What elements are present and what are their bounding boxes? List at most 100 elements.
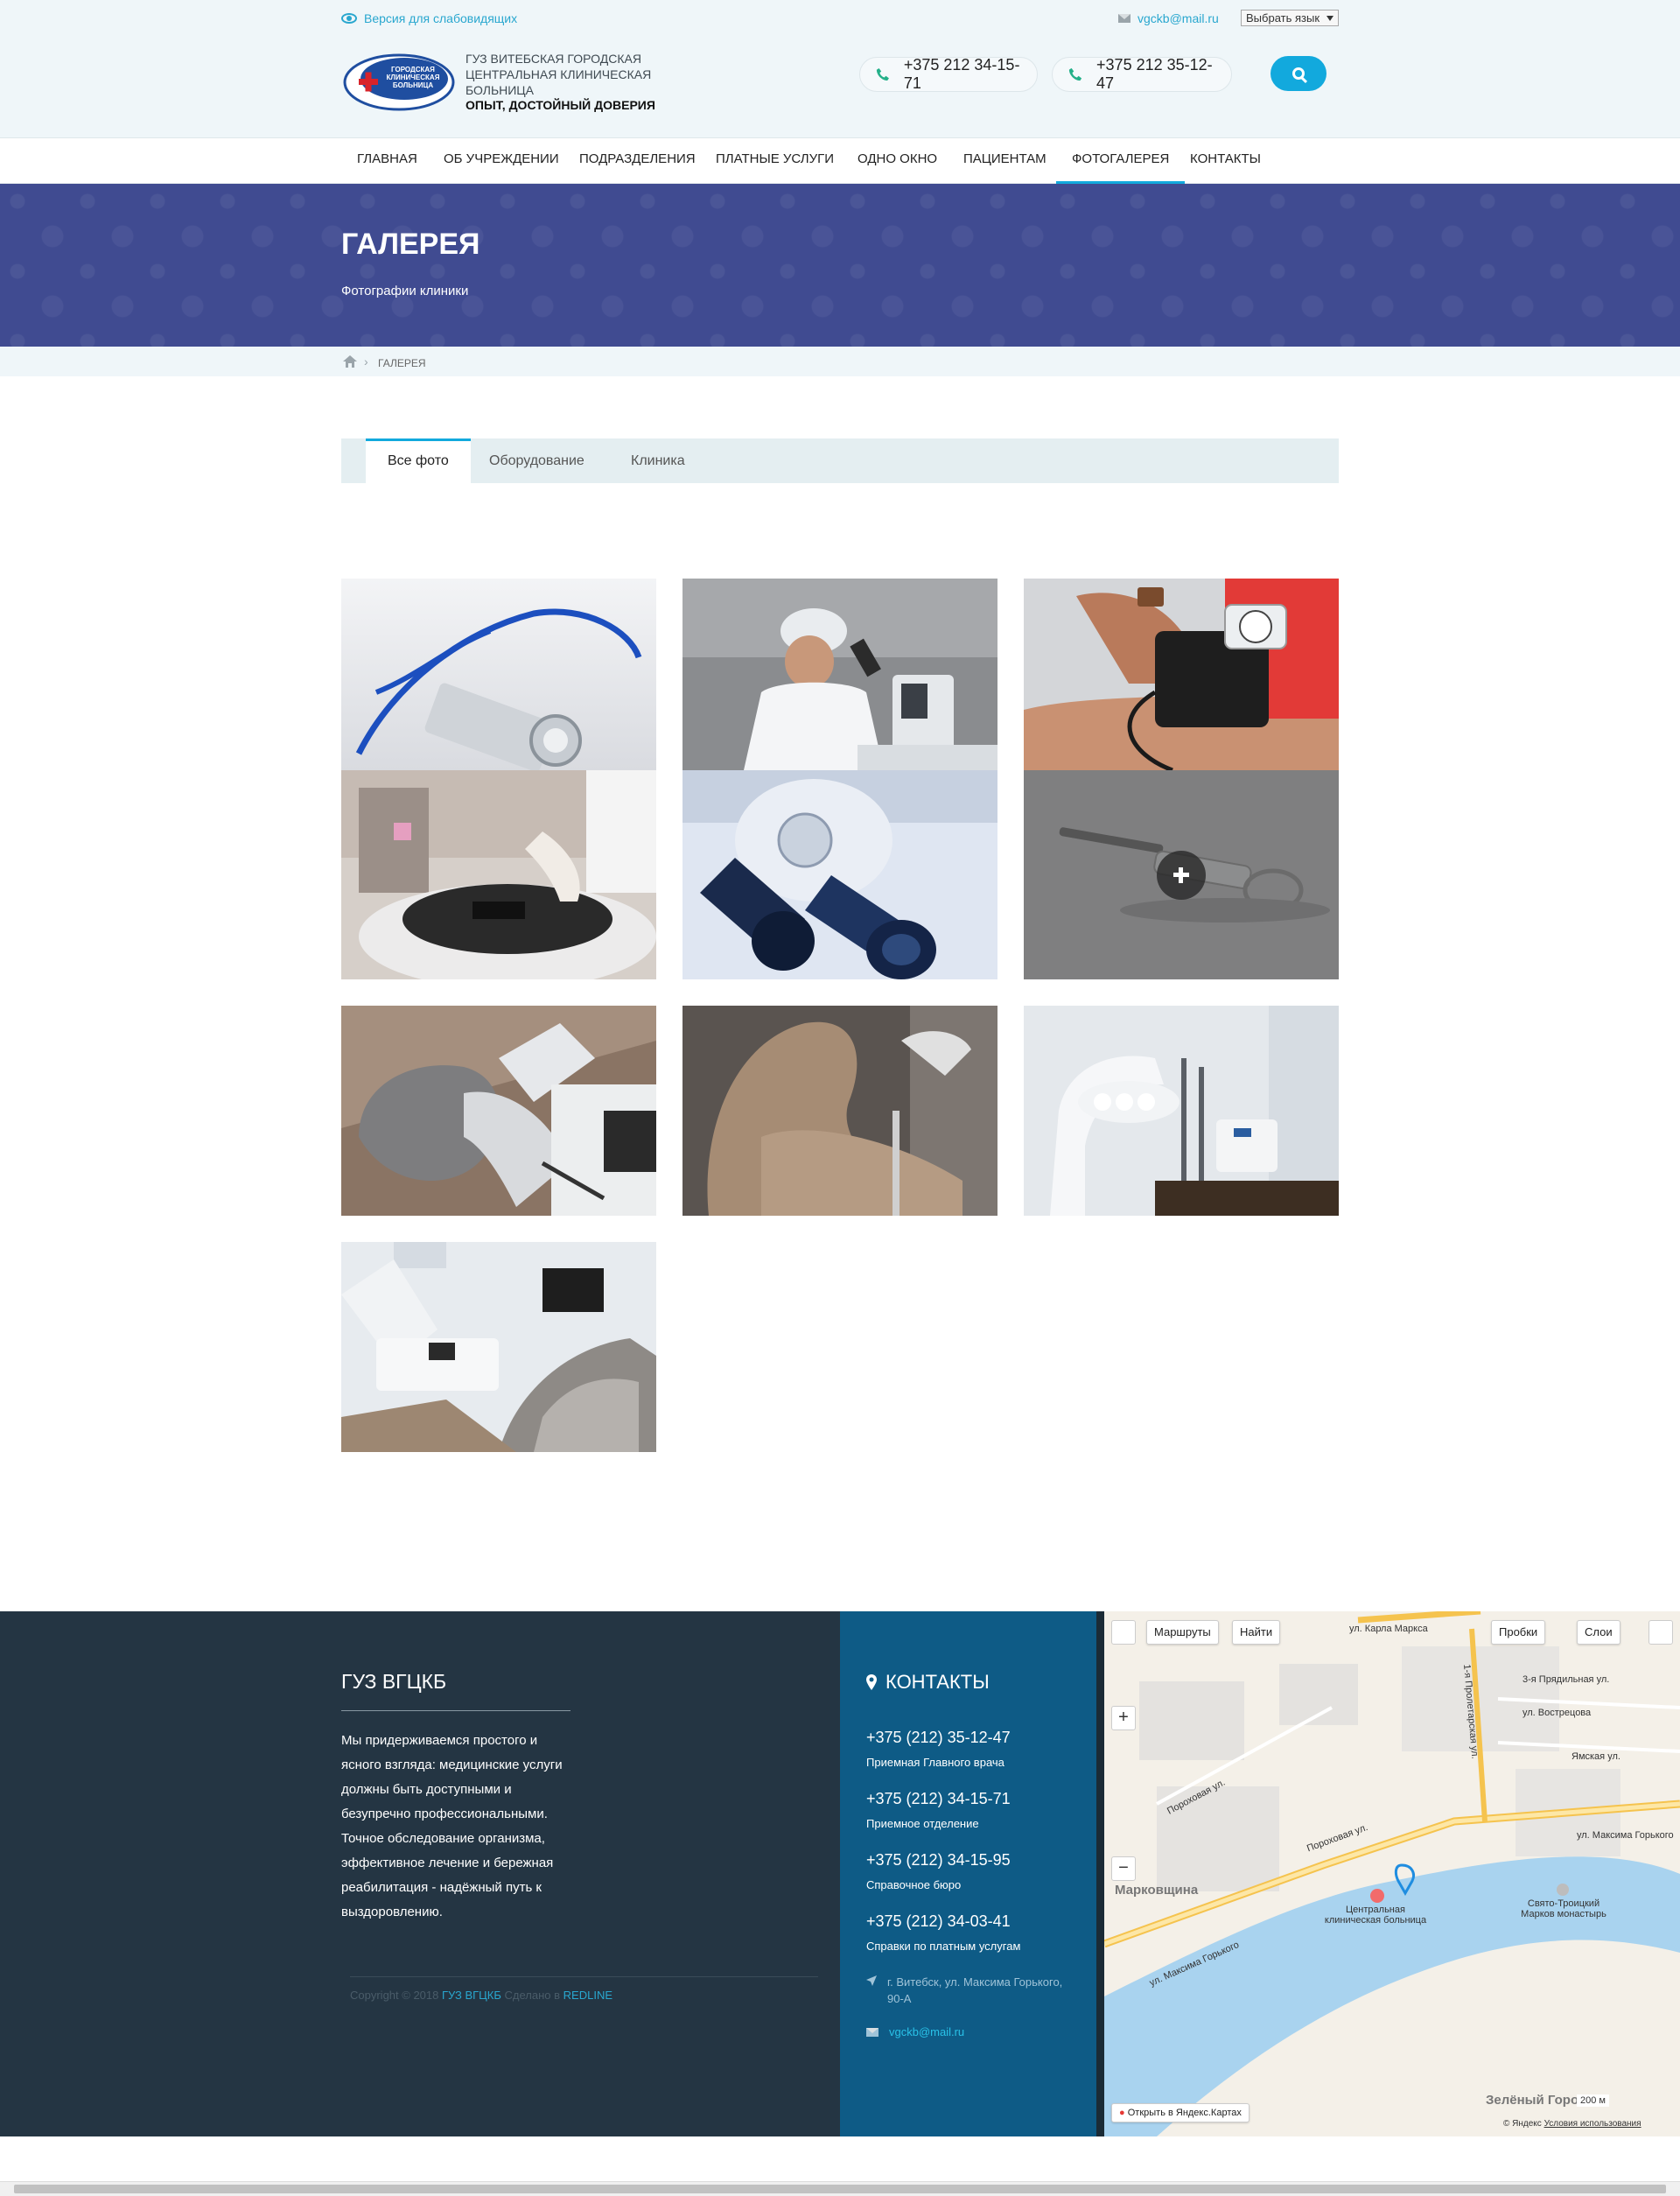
top-header: Версия для слабовидящих vgckb@mail.ru Вы… <box>0 0 1680 138</box>
gallery-photo-centrifuge[interactable] <box>341 770 656 979</box>
map-district-label: Зелёный Город <box>1486 2093 1587 2108</box>
map-street-label: ул. Максима Горького <box>1577 1830 1674 1841</box>
gallery-photo-dental-chair-top[interactable] <box>341 1006 656 1216</box>
nav-item-departments[interactable]: ПОДРАЗДЕЛЕНИЯ <box>564 138 711 184</box>
scrollbar-thumb[interactable] <box>14 2185 1666 2193</box>
gallery-photo-blood-pressure[interactable] <box>1024 579 1339 770</box>
org-slogan: ОПЫТ, ДОСТОЙНЫЙ ДОВЕРИЯ <box>466 98 655 112</box>
phone-number: +375 212 34-15-71 <box>903 56 1020 92</box>
made-by-label: Сделано в <box>504 1989 561 2002</box>
main-nav: ГЛАВНАЯ ОБ УЧРЕЖДЕНИИ ПОДРАЗДЕЛЕНИЯ ПЛАТ… <box>0 138 1680 184</box>
logo-text-line: КЛИНИЧЕСКАЯ <box>387 74 440 81</box>
contact-label: Приемное отделение <box>866 1817 979 1830</box>
contacts-title: КОНТАКТЫ <box>866 1671 990 1694</box>
chevron-right-icon: › <box>364 354 368 368</box>
map-traffic-button[interactable]: Пробки <box>1491 1620 1546 1645</box>
nav-item-about[interactable]: ОБ УЧРЕЖДЕНИИ <box>428 138 575 184</box>
language-select-value: Выбрать язык <box>1246 11 1320 25</box>
fullscreen-icon[interactable] <box>1648 1620 1673 1645</box>
copyright-divider <box>350 1976 818 1977</box>
gallery-photo-scientist[interactable] <box>682 579 998 770</box>
gallery-photo-microscope[interactable] <box>682 770 998 979</box>
footer-divider <box>1096 1611 1104 2136</box>
map-copyright-text: © Яндекс <box>1503 2119 1542 2129</box>
map-canvas <box>1104 1611 1680 2136</box>
hospital-logo[interactable]: ГОРОДСКАЯ КЛИНИЧЕСКАЯ БОЛЬНИЦА <box>343 53 455 112</box>
map-scale: 200 м <box>1577 2094 1609 2107</box>
breadcrumb-current: ГАЛЕРЕЯ <box>378 357 426 369</box>
footer-rule <box>341 1710 570 1711</box>
contact-label: Справки по платным услугам <box>866 1940 1021 1953</box>
contact-phone[interactable]: +375 (212) 34-03-41 <box>866 1912 1011 1931</box>
phone-icon <box>876 67 889 81</box>
map-district-label: Марковщина <box>1115 1883 1199 1898</box>
map-street-label: 3-я Прядильная ул. <box>1522 1674 1610 1685</box>
map-terms-link[interactable]: Условия использования <box>1544 2119 1642 2129</box>
nav-item-gallery[interactable]: ФОТОГАЛЕРЕЯ <box>1056 138 1186 184</box>
contact-phone[interactable]: +375 (212) 34-15-71 <box>866 1790 1011 1808</box>
low-vision-link[interactable]: Версия для слабовидящих <box>341 11 517 25</box>
header-email[interactable]: vgckb@mail.ru <box>1118 11 1219 25</box>
low-vision-label: Версия для слабовидящих <box>364 11 518 25</box>
envelope-icon <box>1118 14 1130 23</box>
contact-phone[interactable]: +375 (212) 34-15-95 <box>866 1851 1011 1870</box>
contact-phone[interactable]: +375 (212) 35-12-47 <box>866 1729 1011 1747</box>
phone-icon <box>1068 67 1082 81</box>
eye-icon <box>341 13 357 24</box>
breadcrumb: › ГАЛЕРЕЯ <box>0 347 1680 376</box>
nav-item-paid-services[interactable]: ПЛАТНЫЕ УСЛУГИ <box>700 138 850 184</box>
language-select[interactable]: Выбрать язык <box>1241 10 1339 26</box>
nav-item-one-window[interactable]: ОДНО ОКНО <box>842 138 953 184</box>
zoom-in-icon[interactable]: + <box>1111 1706 1136 1730</box>
contact-label: Справочное бюро <box>866 1878 962 1891</box>
map-layers-button[interactable]: Слои <box>1577 1620 1620 1645</box>
tab-all-photos[interactable]: Все фото <box>366 438 471 483</box>
map-pin-icon <box>866 1674 877 1690</box>
logo-text-line: БОЛЬНИЦА <box>393 81 434 89</box>
home-icon[interactable] <box>343 355 357 368</box>
location-icon[interactable] <box>1111 1620 1136 1645</box>
page-banner: ГАЛЕРЕЯ Фотографии клиники <box>0 184 1680 347</box>
copyright-org-link[interactable]: ГУЗ ВГЦКБ <box>442 1989 501 2002</box>
nav-item-patients[interactable]: ПАЦИЕНТАМ <box>948 138 1062 184</box>
map-routes-button[interactable]: Маршруты <box>1146 1620 1219 1645</box>
zoom-plus-icon[interactable] <box>1157 850 1206 900</box>
gallery-photo-dental-chair-beige[interactable] <box>682 1006 998 1216</box>
phone-chief[interactable]: +375 212 35-12-47 <box>1052 56 1232 92</box>
yandex-map[interactable]: Маршруты Найти Пробки Слои + − ул. Карла… <box>1104 1611 1680 2136</box>
map-find-button[interactable]: Найти <box>1232 1620 1281 1645</box>
gallery-photo-stethoscope[interactable] <box>341 579 656 770</box>
map-poi-label: Свято-Троицкий Марков монастырь <box>1521 1898 1606 1919</box>
location-arrow-icon <box>866 1975 877 1986</box>
contact-email[interactable]: vgckb@mail.ru <box>866 2025 964 2038</box>
phone-number: +375 212 35-12-47 <box>1096 56 1213 92</box>
tab-equipment[interactable]: Оборудование <box>467 438 606 483</box>
header-email-text: vgckb@mail.ru <box>1138 11 1219 25</box>
horizontal-scrollbar[interactable] <box>0 2181 1680 2196</box>
page-title: ГАЛЕРЕЯ <box>341 228 480 261</box>
nav-item-home[interactable]: ГЛАВНАЯ <box>341 138 433 184</box>
tab-clinic[interactable]: Клиника <box>609 438 707 483</box>
search-icon <box>1292 67 1305 80</box>
org-name: ГУЗ ВИТЕБСКАЯ ГОРОДСКАЯ ЦЕНТРАЛЬНАЯ КЛИН… <box>466 52 652 97</box>
made-by-link[interactable]: REDLINE <box>564 1989 612 2002</box>
search-button[interactable] <box>1270 56 1326 91</box>
copyright: Copyright © 2018 ГУЗ ВГЦКБ Сделано в RED… <box>350 1989 612 2002</box>
gallery-photo-dental-office[interactable] <box>341 1242 656 1452</box>
nav-item-contacts[interactable]: КОНТАКТЫ <box>1174 138 1277 184</box>
map-street-label: Ямская ул. <box>1572 1751 1620 1762</box>
open-in-yandex-text: Открыть в Яндекс.Картах <box>1127 2108 1242 2118</box>
contact-email-text: vgckb@mail.ru <box>889 2025 965 2038</box>
map-pin-icon: ● <box>1119 2108 1125 2118</box>
footer-about-text: Мы придерживаемся простого и ясного взгл… <box>341 1733 563 1919</box>
map-poi-label: Центральная клиническая больница <box>1324 1905 1427 1926</box>
gallery-photo-dental-lamp[interactable] <box>1024 1006 1339 1216</box>
copyright-prefix: Copyright © 2018 <box>350 1989 439 2002</box>
map-street-label: ул. Карла Маркса <box>1349 1624 1428 1634</box>
logo-text-line: ГОРОДСКАЯ <box>391 66 435 74</box>
open-in-yandex-link[interactable]: ● Открыть в Яндекс.Картах <box>1111 2103 1250 2122</box>
gallery-photo-syringe[interactable] <box>1024 770 1339 979</box>
envelope-icon <box>866 2027 878 2037</box>
zoom-out-icon[interactable]: − <box>1111 1856 1136 1881</box>
phone-reception[interactable]: +375 212 34-15-71 <box>859 56 1038 92</box>
